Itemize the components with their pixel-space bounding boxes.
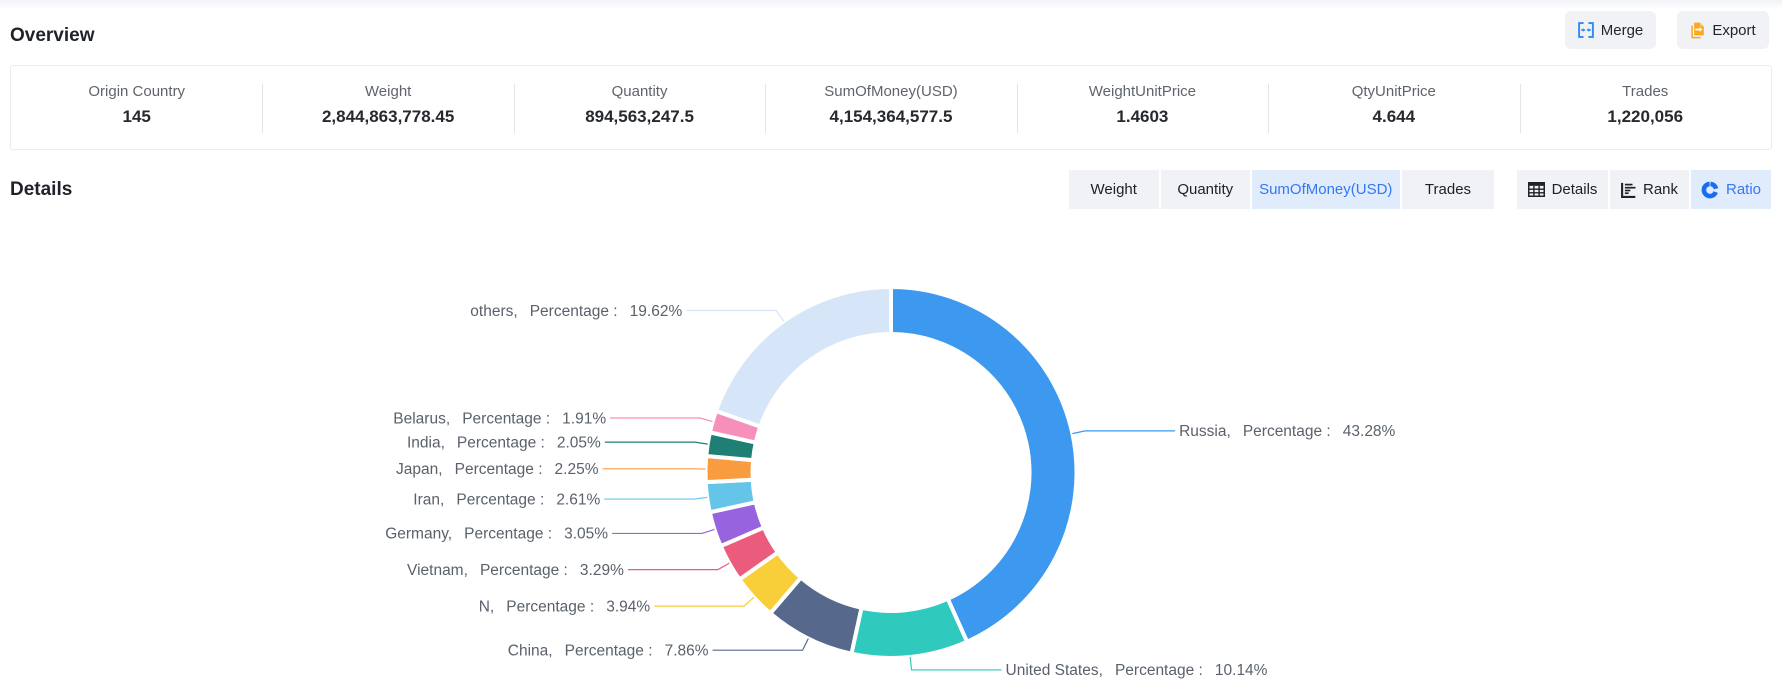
svg-text:N, Percentage : 3.94%: N, Percentage : 3.94% (479, 598, 651, 615)
svg-text:India, Percentage : 2.05%: India, Percentage : 2.05% (407, 434, 601, 451)
svg-text:United States, Percentage :: United States, Percentage : 10.14% (1006, 662, 1268, 679)
svg-text:China, Percentage : 7.86%: China, Percentage : 7.86% (508, 642, 709, 659)
svg-text:Japan, Percentage : 2.25%: Japan, Percentage : 2.25% (396, 461, 599, 478)
svg-text:Vietnam, Percentage : 3.29%: Vietnam, Percentage : 3.29% (407, 562, 624, 579)
svg-text:Belarus, Percentage : 1.91%: Belarus, Percentage : 1.91% (393, 410, 606, 427)
svg-text:Russia, Percentage : 43.28%: Russia, Percentage : 43.28% (1179, 423, 1395, 440)
svg-text:others, Percentage : 19.62%: others, Percentage : 19.62% (470, 303, 682, 320)
svg-text:Iran, Percentage : 2.61%: Iran, Percentage : 2.61% (413, 491, 600, 508)
svg-text:Germany, Percentage : 3.05%: Germany, Percentage : 3.05% (385, 526, 608, 543)
